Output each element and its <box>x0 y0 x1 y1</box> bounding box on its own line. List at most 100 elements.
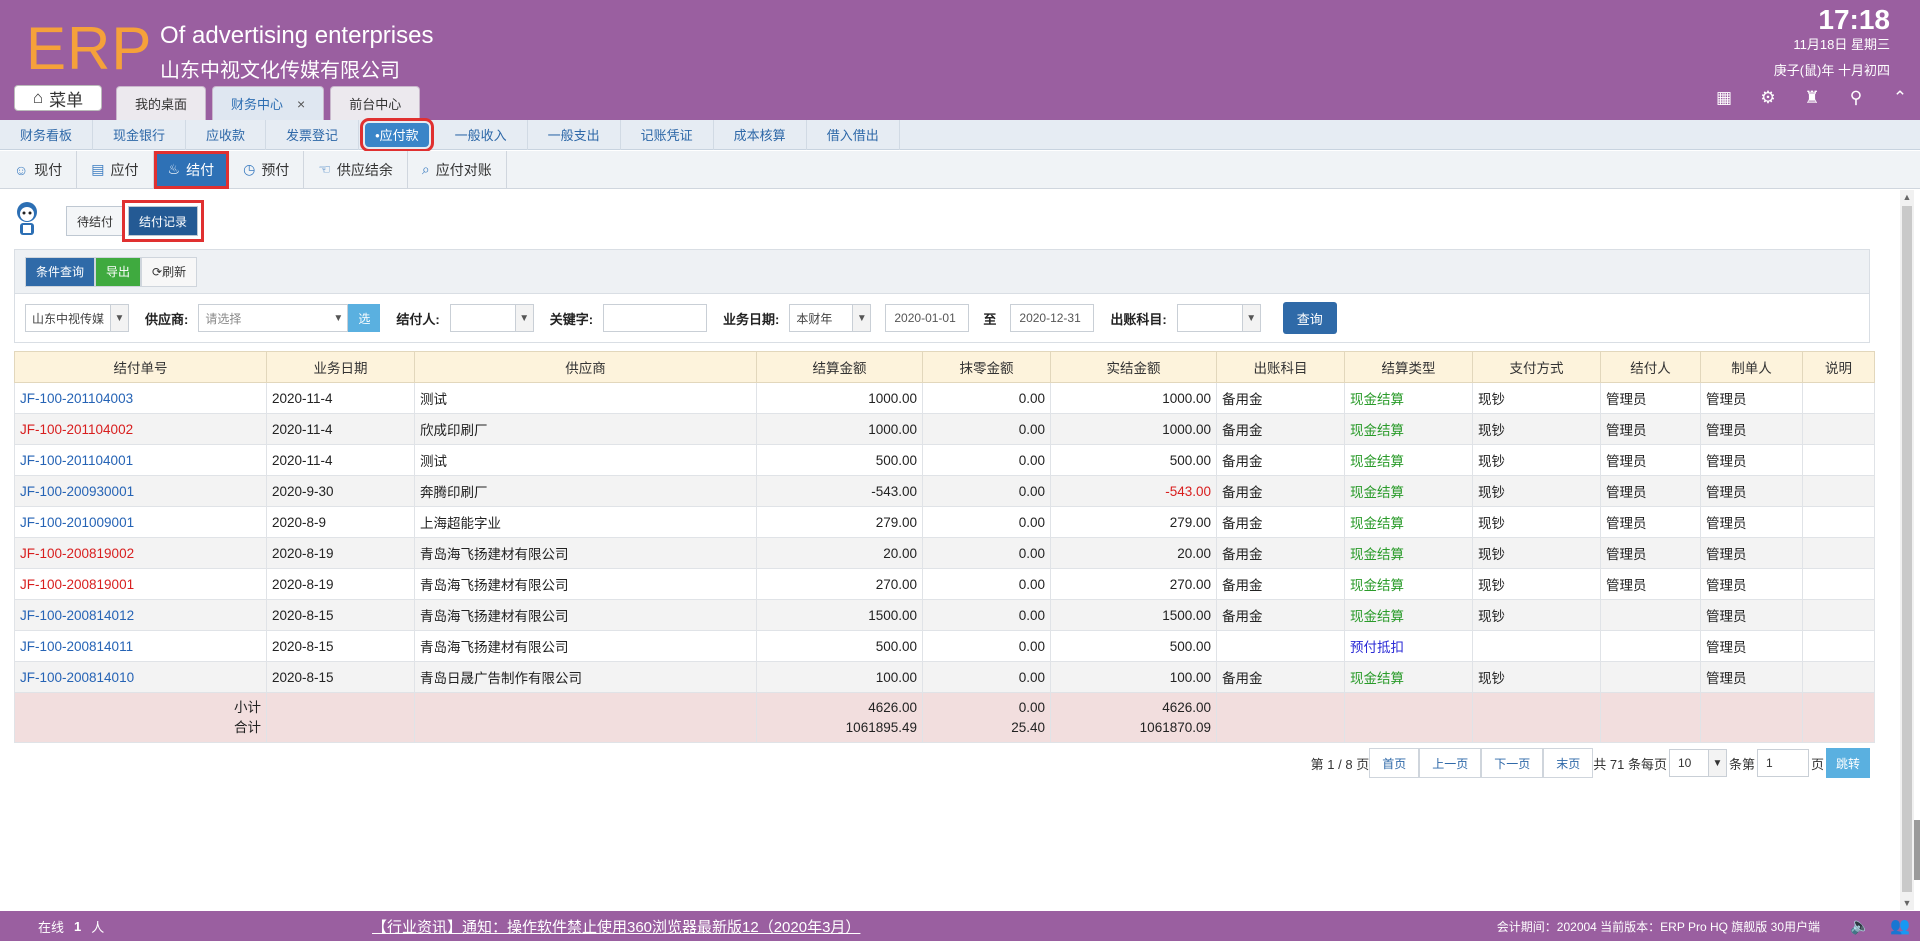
amount-cell: 20.00 <box>756 537 923 569</box>
table-row[interactable]: JF-100-200930001 2020-9-30 奔腾印刷厂 -543.00 0.0… <box>14 475 1875 507</box>
amount-cell: 1000.00 <box>756 382 923 414</box>
payer-select[interactable]: ▼ <box>449 304 534 332</box>
table-row[interactable]: JF-100-201104002 2020-11-4 欣成印刷厂 1000.00 0.0… <box>14 413 1875 445</box>
supplier-cell: 青岛海飞扬建材有限公司 <box>414 630 757 662</box>
table-row[interactable]: JF-100-200819002 2020-8-19 青岛海飞扬建材有限公司 20.0… <box>14 537 1875 569</box>
table-row[interactable]: JF-100-200814011 2020-8-15 青岛海飞扬建材有限公司 500.… <box>14 630 1875 662</box>
grid-add-icon[interactable]: ▦ <box>1714 88 1734 108</box>
table-row[interactable]: JF-100-200819001 2020-8-19 青岛海飞扬建材有限公司 270.… <box>14 568 1875 600</box>
users-icon[interactable]: 👥 <box>1890 916 1910 936</box>
total-count: 共 71 条每页 <box>1593 756 1667 772</box>
amount-cell: 500.00 <box>756 630 923 662</box>
table-row[interactable]: JF-100-201104003 2020-11-4 测试 1000.00 0.00 10… <box>14 382 1875 414</box>
filter-row: 山东中视传媒 ▼ 供应商: 请选择 ▼ 选 结付人: ▼ 关键字: 业务日期: 本财… <box>15 294 1869 342</box>
date-cell: 2020-11-4 <box>266 382 415 414</box>
gear-icon[interactable]: ⚙ <box>1758 88 1778 108</box>
amount-cell: -543.00 <box>756 475 923 507</box>
jump-button[interactable]: 跳转 <box>1825 748 1870 778</box>
condition-query-button[interactable]: 条件查询 <box>25 256 96 287</box>
zero-cell: 0.00 <box>922 599 1051 631</box>
collapse-icon[interactable]: ⌃ <box>1890 88 1910 108</box>
search-button[interactable]: 查询 <box>1282 302 1337 334</box>
date-to-input[interactable]: 2020-12-31 <box>1010 304 1095 332</box>
settle-no-cell[interactable]: JF-100-200819001 <box>14 568 267 600</box>
col-maker: 制单人 <box>1700 351 1803 383</box>
next-page-button[interactable]: 下一页 <box>1481 748 1544 778</box>
maker-cell: 管理员 <box>1700 537 1803 569</box>
nav-receivables[interactable]: 应收款 <box>186 119 267 150</box>
prev-page-button[interactable]: 上一页 <box>1419 748 1482 778</box>
per-page-value: 10 <box>1677 756 1692 770</box>
menu-button[interactable]: ⌂ 菜单 <box>14 85 102 111</box>
key-icon[interactable]: ⚲ <box>1846 88 1866 108</box>
tab-finance-center[interactable]: 财务中心 × <box>212 86 325 120</box>
news-link[interactable]: 【行业资讯】通知：操作软件禁止使用360浏览器最新版12（2020年3月） <box>372 916 860 937</box>
nav-reconcile[interactable]: ⌕ 应付对账 <box>408 150 507 189</box>
tab-settle-records[interactable]: 结付记录 <box>122 200 205 242</box>
nav-invoice[interactable]: 发票登记 <box>266 119 360 150</box>
first-page-button[interactable]: 首页 <box>1369 748 1420 778</box>
tab-front-desk[interactable]: 前台中心 <box>330 86 421 120</box>
nav-cash-bank[interactable]: 现金银行 <box>93 119 187 150</box>
settle-no-cell[interactable]: JF-100-201104001 <box>14 444 267 476</box>
nav-payables[interactable]: •应付款 <box>360 117 434 152</box>
company-select[interactable]: 山东中视传媒 ▼ <box>25 304 129 332</box>
refresh-button[interactable]: ⟳ 刷新 <box>141 256 198 287</box>
zero-cell: 0.00 <box>922 444 1051 476</box>
supplier-cell: 青岛海飞扬建材有限公司 <box>414 537 757 569</box>
side-drag-handle[interactable] <box>1914 820 1920 880</box>
supplier-select[interactable]: 请选择 ▼ <box>198 304 349 332</box>
refresh-icon: ⟳ <box>152 264 163 279</box>
table-row[interactable]: JF-100-201104001 2020-11-4 测试 500.00 0.00 500… <box>14 444 1875 476</box>
table-row[interactable]: JF-100-201009001 2020-8-9 上海超能字业 279.00 0.00… <box>14 506 1875 538</box>
nav-vouchers[interactable]: 记账凭证 <box>621 119 714 150</box>
settle-no-cell[interactable]: JF-100-200930001 <box>14 475 267 507</box>
tab-desktop[interactable]: 我的桌面 <box>116 86 207 120</box>
settle-no-cell[interactable]: JF-100-200814010 <box>14 661 267 693</box>
nav-general-expense[interactable]: 一般支出 <box>528 119 621 150</box>
last-page-button[interactable]: 末页 <box>1543 748 1594 778</box>
nav-borrow-lend[interactable]: 借入借出 <box>807 119 900 150</box>
scroll-up-icon[interactable]: ▲ <box>1900 190 1914 204</box>
table-row[interactable]: JF-100-200814012 2020-8-15 青岛海飞扬建材有限公司 1500… <box>14 599 1875 631</box>
maker-cell: 管理员 <box>1700 413 1803 445</box>
settle-no-cell[interactable]: JF-100-201009001 <box>14 506 267 538</box>
settle-no-cell[interactable]: JF-100-200819002 <box>14 537 267 569</box>
per-page-select[interactable]: 10 ▼ <box>1668 749 1727 777</box>
nav-finance-dashboard[interactable]: 财务看板 <box>0 119 94 150</box>
nav-cash-pay[interactable]: ☺ 现付 <box>0 150 78 189</box>
nav-general-income[interactable]: 一般收入 <box>435 119 528 150</box>
account-select[interactable]: ▼ <box>1176 304 1261 332</box>
lunar-date: 庚子(鼠)年 十月初四 <box>1773 63 1890 78</box>
scroll-thumb[interactable] <box>1902 206 1912 892</box>
online-label: 在线 <box>38 919 65 935</box>
supplier-pick-button[interactable]: 选 <box>348 304 381 332</box>
summary-empty <box>1700 692 1803 743</box>
nav-cost-accounting[interactable]: 成本核算 <box>714 119 807 150</box>
settle-no-cell[interactable]: JF-100-200814012 <box>14 599 267 631</box>
tab-label: 我的桌面 <box>135 97 188 112</box>
settle-no-cell[interactable]: JF-100-200814011 <box>14 630 267 662</box>
settle-no-cell[interactable]: JF-100-201104002 <box>14 413 267 445</box>
close-icon[interactable]: × <box>297 96 305 112</box>
speaker-icon[interactable]: 🔈 <box>1850 916 1870 936</box>
vertical-scrollbar[interactable]: ▲ ▼ <box>1900 190 1914 910</box>
keyword-input[interactable] <box>603 304 708 332</box>
date-from-input[interactable]: 2020-01-01 <box>885 304 970 332</box>
scroll-down-icon[interactable]: ▼ <box>1900 896 1914 910</box>
nav-supply-balance[interactable]: ☜ 供应结余 <box>304 150 408 189</box>
nav-prepay[interactable]: ◷ 预付 <box>229 150 305 189</box>
col-settle-no: 结付单号 <box>14 351 267 383</box>
keyword-label: 关键字: <box>549 311 594 327</box>
date-cell: 2020-8-9 <box>266 506 415 538</box>
export-button[interactable]: 导出 <box>95 256 142 287</box>
settle-no-cell[interactable]: JF-100-201104003 <box>14 382 267 414</box>
nav-payable[interactable]: ▤ 应付 <box>77 150 154 189</box>
table-row[interactable]: JF-100-200814010 2020-8-15 青岛日晟广告制作有限公司 100… <box>14 661 1875 693</box>
nav-settle[interactable]: ♨ 结付 <box>153 150 230 189</box>
shirt-icon[interactable]: ♜ <box>1802 88 1822 108</box>
period-select[interactable]: 本财年 ▼ <box>789 304 872 332</box>
note-cell <box>1802 444 1875 476</box>
tab-pending-settle[interactable]: 待结付 <box>66 206 125 236</box>
page-number-input[interactable]: 1 <box>1756 749 1809 777</box>
